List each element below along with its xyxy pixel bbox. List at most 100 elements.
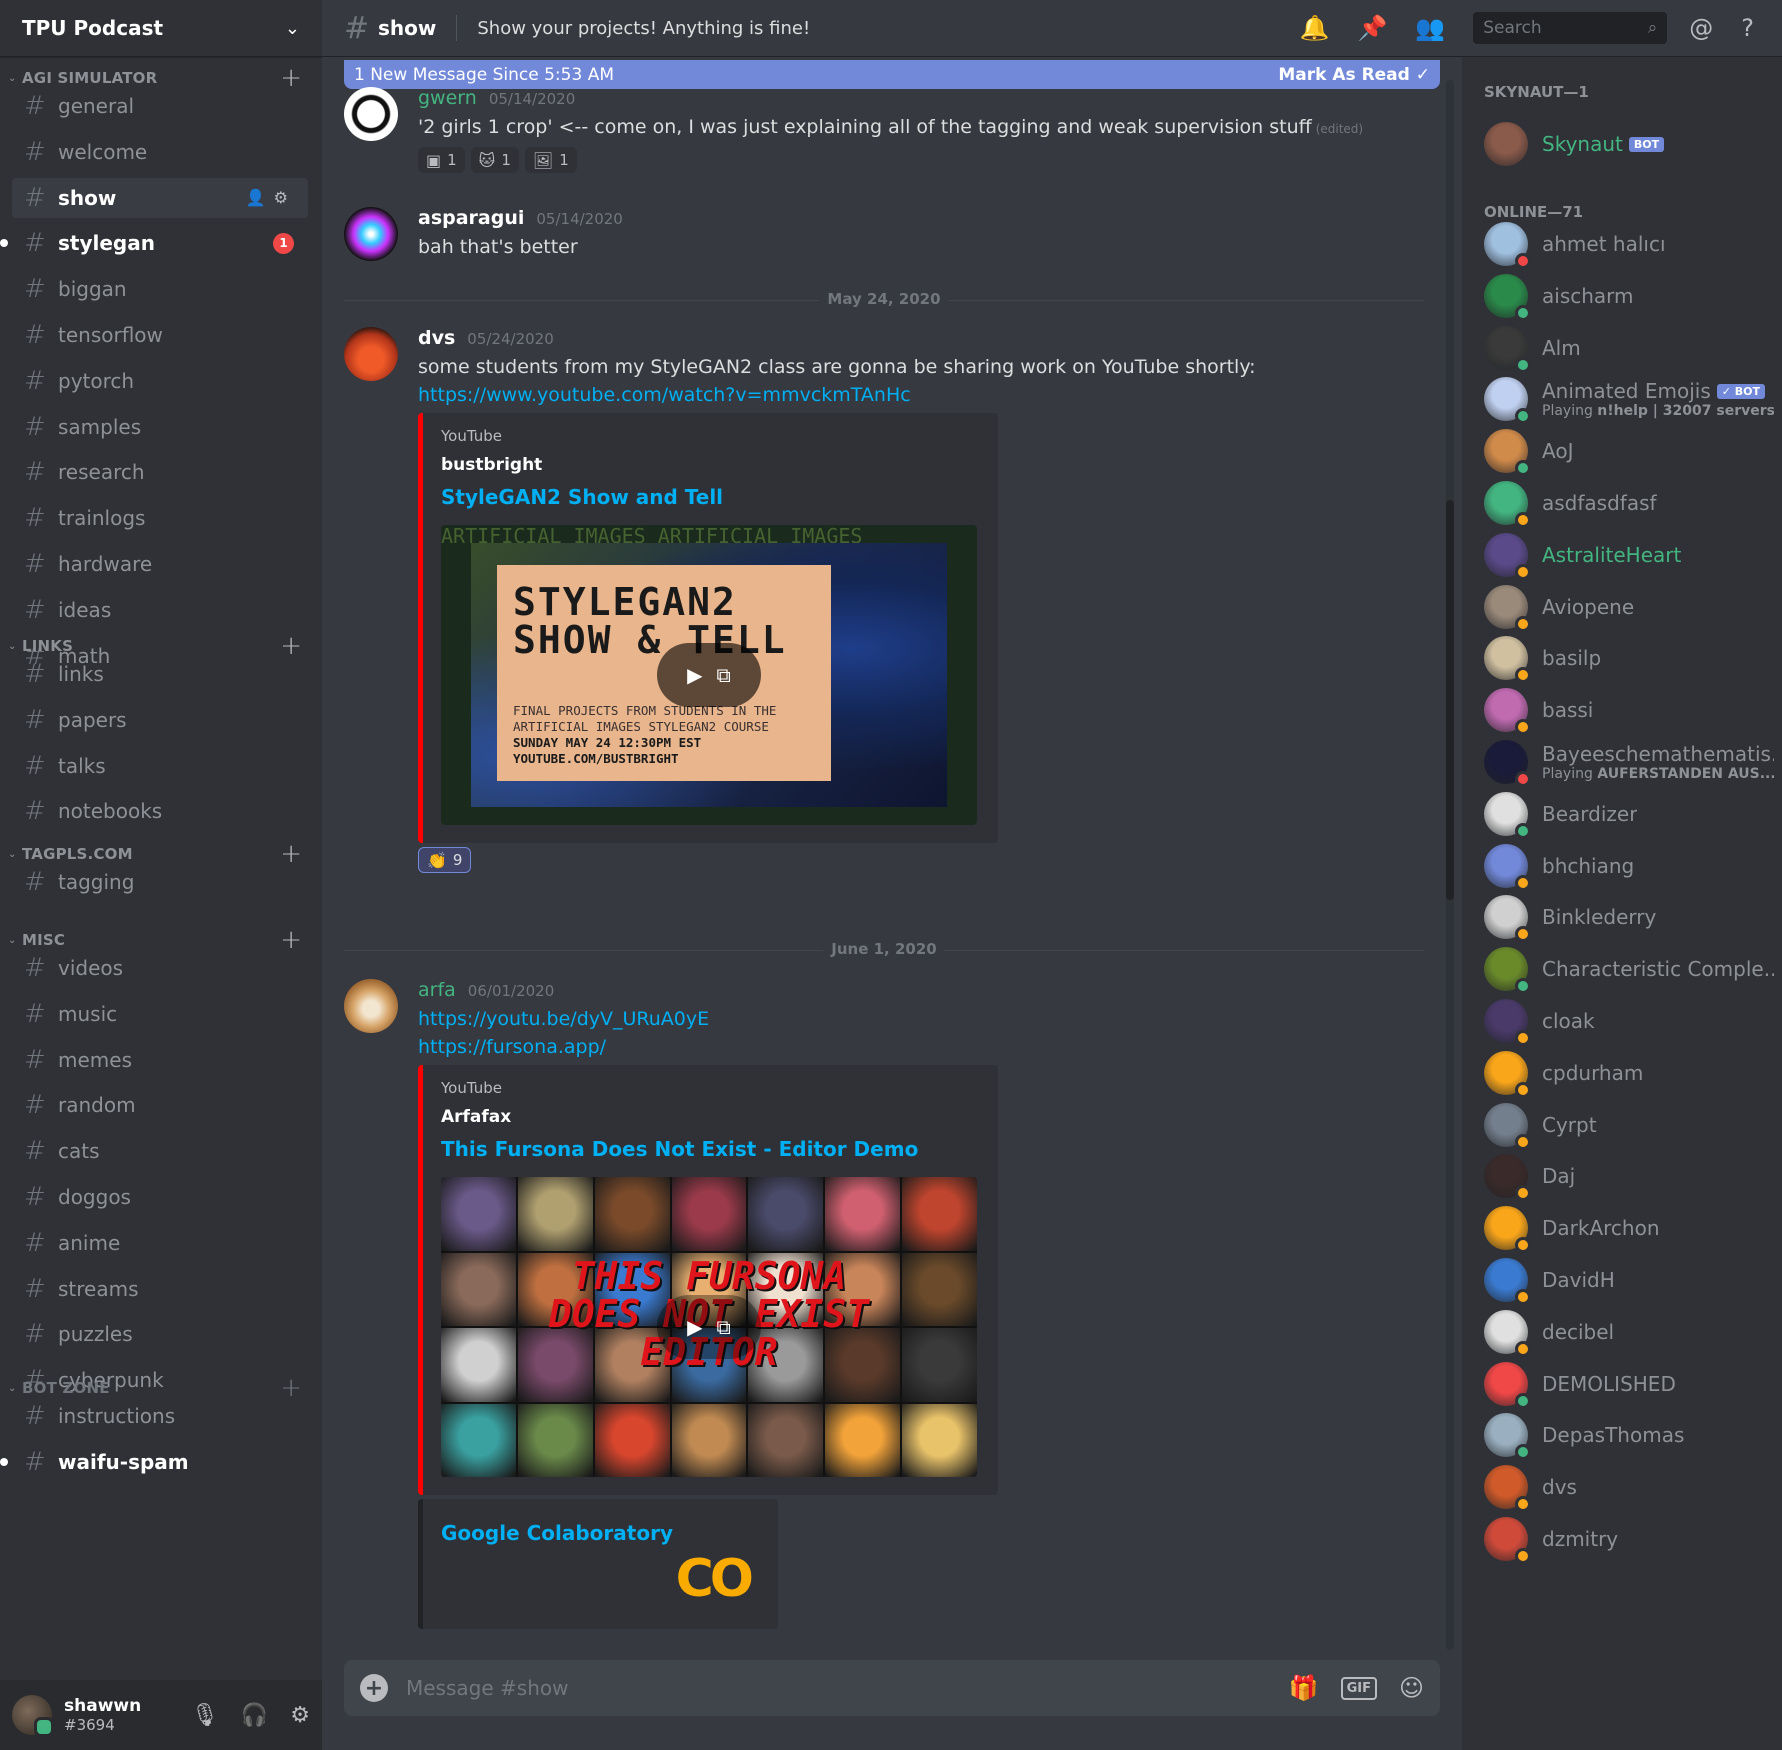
channel-item-tensorflow[interactable]: # tensorflow [12, 315, 308, 355]
play-icon[interactable]: ▶ [687, 1315, 702, 1339]
emoji-icon[interactable]: ☺ [1399, 1674, 1424, 1702]
embed-title[interactable]: This Fursona Does Not Exist - Editor Dem… [441, 1137, 980, 1161]
member-item[interactable]: Beardizer [1484, 789, 1774, 839]
channel-item-streams[interactable]: # streams [12, 1269, 308, 1309]
author-avatar[interactable] [344, 207, 398, 261]
mark-as-read-button[interactable]: Mark As Read ✓ [1278, 65, 1430, 85]
bell-icon[interactable]: 🔔 [1300, 14, 1330, 42]
pin-icon[interactable]: 📌 [1357, 14, 1387, 42]
reaction[interactable]: 👏 9 [418, 847, 472, 873]
message-author[interactable]: arfa [418, 979, 456, 1001]
member-item[interactable]: Alm [1484, 323, 1774, 373]
channel-item-talks[interactable]: # talks [12, 746, 308, 786]
message-author[interactable]: dvs [418, 327, 455, 349]
member-item[interactable]: bassi [1484, 685, 1774, 736]
member-item[interactable]: bhchiang [1484, 841, 1774, 891]
member-item[interactable]: AstraliteHeart [1484, 530, 1774, 580]
channel-item-videos[interactable]: # videos [12, 948, 308, 988]
channel-item-instructions[interactable]: # instructions [12, 1396, 308, 1436]
channel-item-doggos[interactable]: # doggos [12, 1177, 308, 1217]
channel-item-general[interactable]: # general [12, 86, 308, 126]
reaction[interactable]: 🐱 1 [470, 147, 519, 173]
embed-title[interactable]: Google Colaboratory [441, 1521, 760, 1545]
member-item[interactable]: dzmitry [1484, 1514, 1774, 1564]
author-avatar[interactable] [344, 327, 398, 381]
chevron-down-icon[interactable]: ⌄ [285, 18, 300, 39]
embed-title[interactable]: StyleGAN2 Show and Tell [441, 485, 980, 509]
channel-item-samples[interactable]: # samples [12, 407, 308, 447]
open-external-icon[interactable]: ⧉ [717, 1315, 731, 1339]
channel-item-pytorch[interactable]: # pytorch [12, 361, 308, 401]
channel-item-research[interactable]: # research [12, 452, 308, 492]
embed-author[interactable]: Arfafax [441, 1107, 980, 1127]
member-item[interactable]: DEMOLISHED [1484, 1359, 1774, 1409]
video-thumbnail[interactable]: THIS FURSONA DOES NOT EXIST EDITOR ▶ ⧉ [441, 1177, 977, 1477]
gear-icon[interactable]: ⚙ [290, 1703, 310, 1728]
member-item[interactable]: DepasThomas [1484, 1410, 1774, 1461]
channel-item-ideas[interactable]: # ideas [12, 590, 308, 630]
message-link[interactable]: https://www.youtube.com/watch?v=mmvckmTA… [418, 381, 1424, 409]
member-list[interactable]: SKYNAUT—1 ONLINE—71 Skynaut BOT ahmet halı… [1462, 57, 1782, 1750]
reaction[interactable]: 🖼 1 [524, 147, 577, 173]
play-button[interactable]: ▶ ⧉ [657, 1295, 761, 1359]
gear-icon[interactable]: ⚙ [274, 188, 296, 207]
member-item[interactable]: Skynaut BOT [1484, 119, 1774, 169]
channel-item-memes[interactable]: # memes [12, 1040, 308, 1080]
microphone-icon[interactable]: 🎙 [191, 1703, 219, 1728]
member-item[interactable]: dvs [1484, 1462, 1774, 1513]
member-item[interactable]: Aviopene [1484, 582, 1774, 632]
embed-provider[interactable]: YouTube [441, 1079, 980, 1097]
member-item[interactable]: DavidH [1484, 1255, 1774, 1305]
play-button[interactable]: ▶ ⧉ [657, 643, 761, 707]
search-input[interactable]: Search ⌕ [1473, 12, 1668, 44]
message-author[interactable]: asparagui [418, 207, 524, 229]
channel-item-tagging[interactable]: # tagging [12, 862, 308, 902]
member-item[interactable]: Characteristic Comple... [1484, 944, 1774, 995]
member-item[interactable]: aischarm [1484, 271, 1774, 321]
invite-icon[interactable]: 👤 [246, 188, 274, 207]
channel-item-notebooks[interactable]: # notebooks [12, 791, 308, 831]
play-icon[interactable]: ▶ [687, 663, 702, 687]
embed-author[interactable]: bustbright [441, 455, 980, 475]
channel-item-anime[interactable]: # anime [12, 1223, 308, 1263]
channel-item-random[interactable]: # random [12, 1085, 308, 1125]
scrollbar-thumb[interactable] [1446, 500, 1454, 900]
headphones-icon[interactable]: 🎧 [241, 1703, 268, 1728]
message-list[interactable]: 1 New Message Since 5:53 AM Mark As Read… [322, 57, 1450, 1657]
message-link[interactable]: https://youtu.be/dyV_URuA0yE [418, 1005, 1424, 1033]
member-item[interactable]: Bayeeschemathematis... Playing AUFERSTAND… [1484, 737, 1774, 787]
server-header[interactable]: TPU Podcast ⌄ [0, 0, 322, 57]
member-item[interactable]: asdfasdfasf [1484, 478, 1774, 528]
member-item[interactable]: AoJ [1484, 426, 1774, 477]
message-input[interactable]: Message #show [406, 1676, 1289, 1700]
channel-topic[interactable]: Show your projects! Anything is fine! [477, 18, 1299, 39]
member-item[interactable]: cpdurham [1484, 1048, 1774, 1098]
channel-item-puzzles[interactable]: # puzzles [12, 1314, 308, 1354]
member-item[interactable]: cloak [1484, 996, 1774, 1046]
channel-item-stylegan[interactable]: # stylegan 1 [0, 223, 308, 263]
channel-item-cats[interactable]: # cats [12, 1131, 308, 1171]
member-item[interactable]: Cyrpt [1484, 1100, 1774, 1150]
member-item[interactable]: Animated Emojis ✓ BOT Playing n!help | 320… [1484, 374, 1774, 425]
open-external-icon[interactable]: ⧉ [717, 663, 731, 687]
help-icon[interactable]: ? [1741, 14, 1754, 42]
member-item[interactable]: Daj [1484, 1151, 1774, 1202]
channel-item-welcome[interactable]: # welcome [12, 132, 308, 172]
upload-plus-icon[interactable]: + [360, 1674, 388, 1702]
channel-item-hardware[interactable]: # hardware [12, 544, 308, 584]
member-item[interactable]: basilp [1484, 633, 1774, 684]
member-item[interactable]: Binklederry [1484, 892, 1774, 943]
channel-item-show[interactable]: # show 👤⚙ [12, 177, 308, 218]
gift-icon[interactable]: 🎁 [1289, 1674, 1319, 1702]
message-link[interactable]: https://fursona.app/ [418, 1033, 1424, 1061]
video-thumbnail[interactable]: ARTIFICIAL IMAGES ARTIFICIAL IMAGES STYL… [441, 525, 977, 825]
member-item[interactable]: DarkArchon [1484, 1203, 1774, 1254]
reaction[interactable]: ▣ 1 [418, 147, 465, 173]
members-icon[interactable]: 👥 [1415, 14, 1445, 42]
message-author[interactable]: gwern [418, 87, 477, 109]
author-avatar[interactable] [344, 87, 398, 141]
mention-icon[interactable]: @ [1689, 14, 1713, 42]
embed-provider[interactable]: YouTube [441, 427, 980, 445]
channel-item-biggan[interactable]: # biggan [12, 269, 308, 309]
new-messages-bar[interactable]: 1 New Message Since 5:53 AM Mark As Read… [344, 60, 1440, 89]
